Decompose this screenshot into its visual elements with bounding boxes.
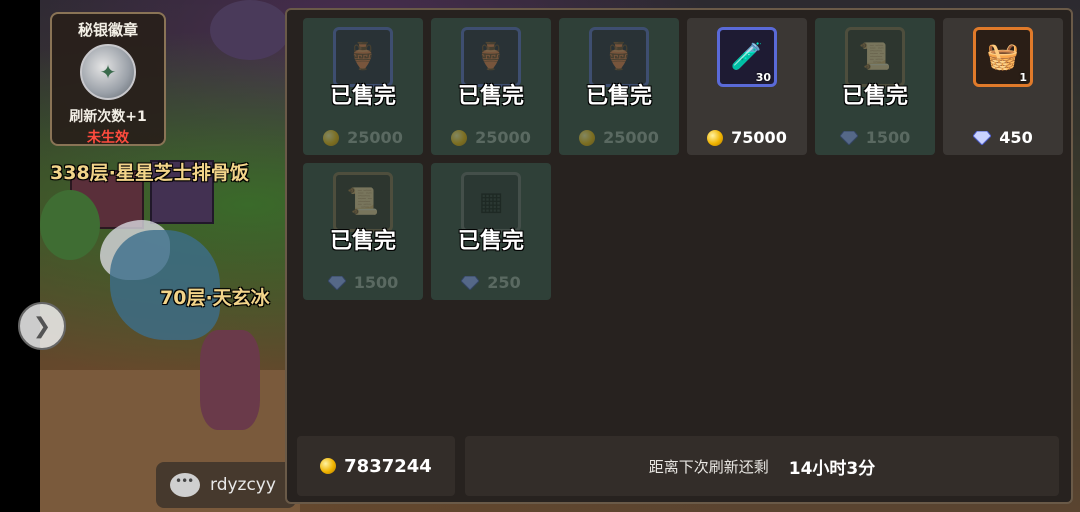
item-price: 25000 <box>303 128 423 147</box>
scroll-icon: 📜 <box>346 187 380 217</box>
diamond-icon <box>461 275 480 290</box>
shop-item-card[interactable]: 🏺 已售完 25000 <box>559 18 679 155</box>
npc-character <box>200 330 260 430</box>
scenery-tree <box>40 190 100 260</box>
scroll-icon: 📜 <box>858 42 892 72</box>
shop-item-card[interactable]: 🏺 已售完 25000 <box>303 18 423 155</box>
price-amount: 1500 <box>865 128 911 147</box>
shop-grid: 🏺 已售完 25000 🏺 已售完 25000 🏺 已售完 25000 🧪 30… <box>295 10 1067 428</box>
item-price: 25000 <box>559 128 679 147</box>
refresh-time: 14小时3分 <box>788 458 876 479</box>
item-price: 75000 <box>687 128 807 147</box>
gold-coin-icon <box>451 129 468 146</box>
badge-effect: 刷新次数+1 <box>69 109 147 125</box>
price-amount: 1500 <box>353 273 399 292</box>
price-amount: 450 <box>999 128 1033 147</box>
floor-label[interactable]: 70层·天玄冰 <box>160 283 270 310</box>
shop-panel: 🏺 已售完 25000 🏺 已售完 25000 🏺 已售完 25000 🧪 30… <box>285 8 1073 504</box>
item-quantity: 30 <box>755 71 771 84</box>
scenery-tree <box>210 0 290 60</box>
gold-coin-icon <box>320 458 337 474</box>
item-thumbnail: 🧺 1 <box>973 27 1033 87</box>
jar-icon: 🏺 <box>602 42 636 72</box>
chat-username: rdyzcyy <box>210 475 276 495</box>
price-amount: 25000 <box>347 128 403 147</box>
diamond-icon <box>327 275 346 290</box>
shop-item-card[interactable]: 📜 已售完 1500 <box>815 18 935 155</box>
badge-emblem-icon: ✦ <box>80 44 136 100</box>
shop-item-card[interactable]: ▦ 已售完 250 <box>431 163 551 300</box>
sold-out-label: 已售完 <box>585 84 652 109</box>
refresh-label: 距离下次刷新还剩 <box>648 457 769 476</box>
sold-out-label: 已售完 <box>457 229 524 254</box>
gold-balance: 7837244 <box>297 436 455 496</box>
jar-icon: 🏺 <box>346 42 380 72</box>
item-price: 1500 <box>815 128 935 147</box>
gold-coin-icon <box>579 129 596 146</box>
diamond-icon <box>839 130 858 145</box>
floor-label[interactable]: 338层·星星芝士排骨饭 <box>50 158 249 185</box>
gold-coin-icon <box>707 129 724 146</box>
gold-amount: 7837244 <box>344 455 432 477</box>
shop-item-card[interactable]: 🧺 1 450 <box>943 18 1063 155</box>
shop-item-card[interactable]: 🏺 已售完 25000 <box>431 18 551 155</box>
sold-out-label: 已售完 <box>329 84 396 109</box>
badge-status: 未生效 <box>87 130 129 146</box>
screen-edge <box>0 0 40 512</box>
mithril-badge-panel[interactable]: 秘银徽章 ✦ 刷新次数+1 未生效 <box>50 12 166 146</box>
jar-icon: 🏺 <box>474 42 508 72</box>
badge-title: 秘银徽章 <box>77 21 138 39</box>
chevron-right-icon: ❯ <box>32 313 52 339</box>
item-price: 450 <box>943 128 1063 147</box>
gold-coin-icon <box>323 129 340 146</box>
price-amount: 25000 <box>475 128 531 147</box>
refresh-timer: 距离下次刷新还剩 14小时3分 <box>465 436 1059 496</box>
sold-out-label: 已售完 <box>457 84 524 109</box>
sold-out-label: 已售完 <box>329 229 396 254</box>
net-icon: ▦ <box>478 187 504 217</box>
price-amount: 75000 <box>731 128 787 147</box>
item-thumbnail: 🧪 30 <box>717 27 777 87</box>
price-amount: 250 <box>487 273 521 292</box>
item-price: 25000 <box>431 128 551 147</box>
item-price: 250 <box>431 273 551 292</box>
scroll-arrow-button[interactable]: ❯ <box>18 302 66 350</box>
shop-item-card[interactable]: 🧪 30 75000 <box>687 18 807 155</box>
chat-button[interactable]: rdyzcyy <box>156 462 296 508</box>
item-quantity: 1 <box>1019 71 1027 84</box>
diamond-icon <box>973 130 992 145</box>
chat-bubble-icon <box>170 473 200 497</box>
price-amount: 25000 <box>603 128 659 147</box>
shop-item-card[interactable]: 📜 已售完 1500 <box>303 163 423 300</box>
item-price: 1500 <box>303 273 423 292</box>
sold-out-label: 已售完 <box>841 84 908 109</box>
